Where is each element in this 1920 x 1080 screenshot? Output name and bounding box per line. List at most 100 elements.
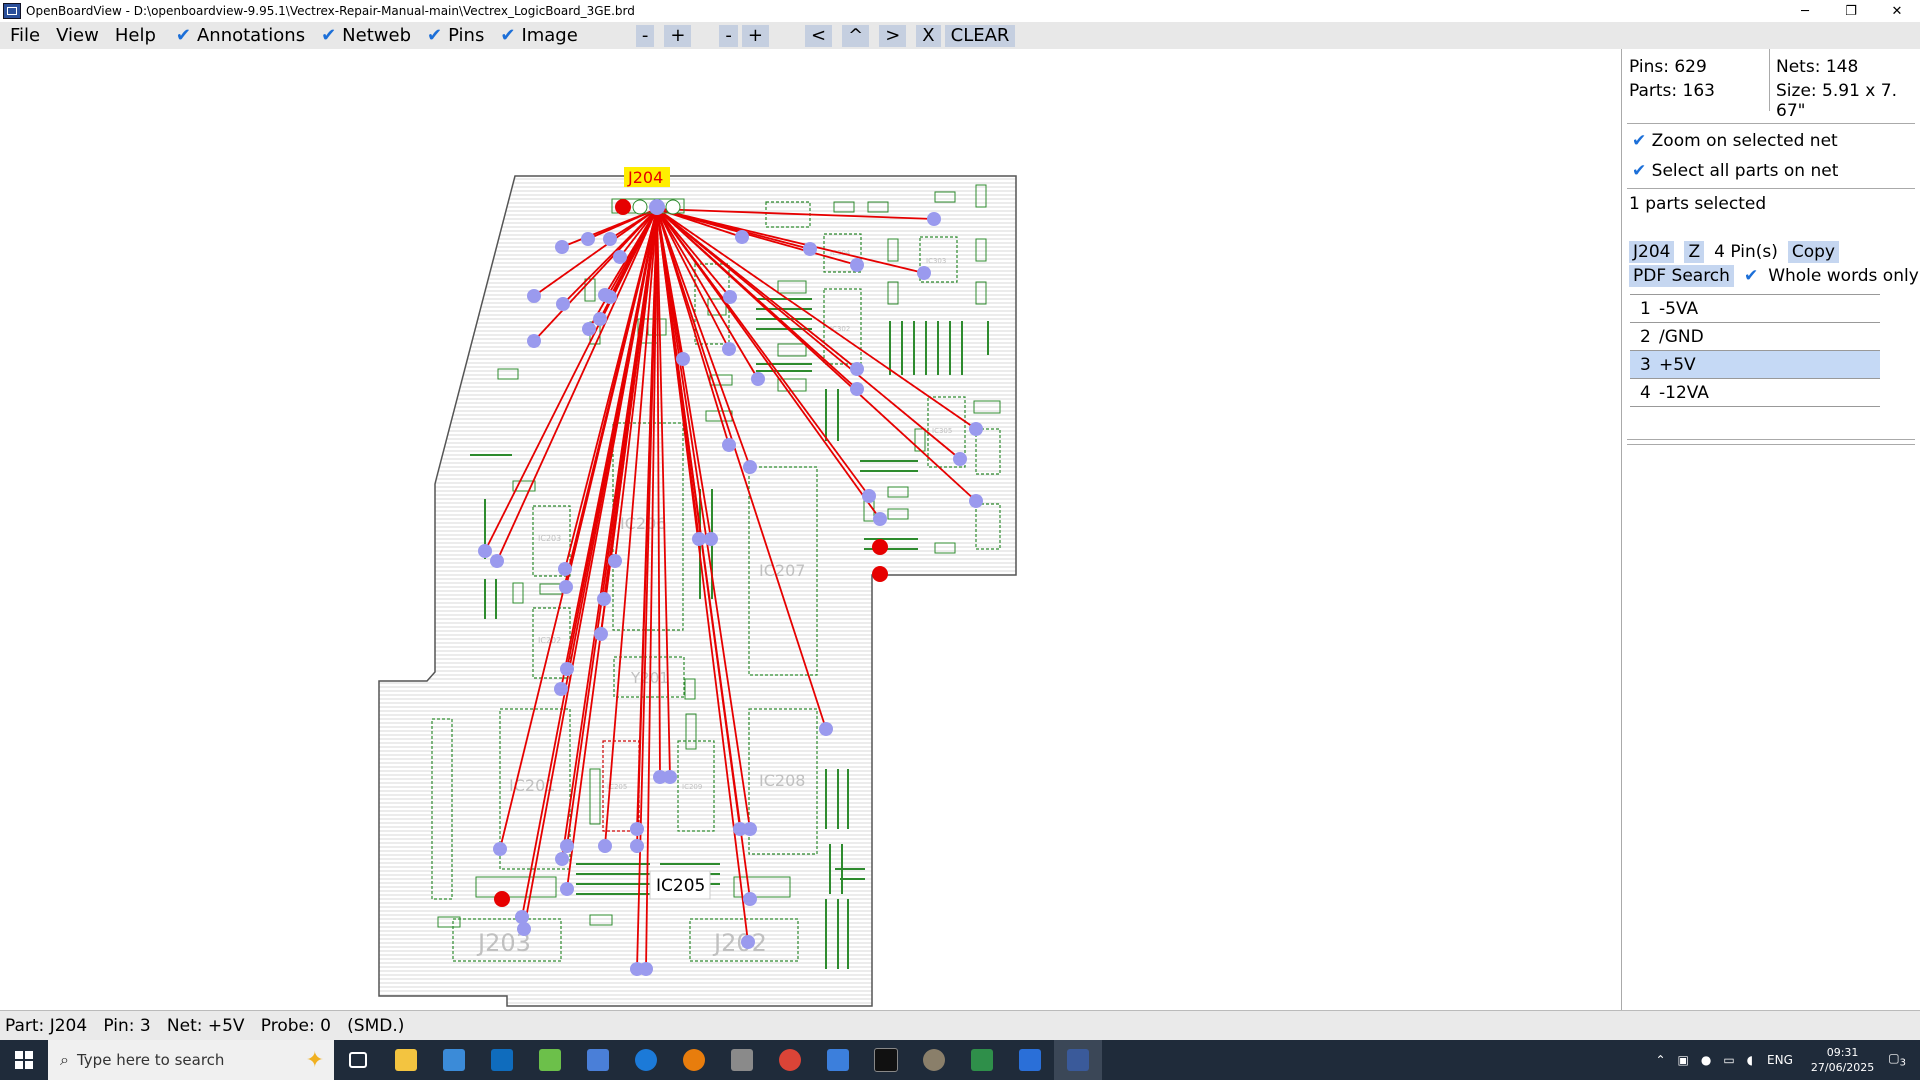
nav-x-button[interactable]: X [916,24,941,47]
net-pin-marker[interactable] [493,842,507,856]
document-icon[interactable] [814,1040,862,1080]
netweb-toggle[interactable]: Netweb [342,25,411,46]
net-pin-marker[interactable] [517,922,531,936]
terminal-icon[interactable] [862,1040,910,1080]
net-pin-marker[interactable] [743,822,757,836]
pin-row-4[interactable]: 4 -12VA [1630,379,1880,407]
menu-view[interactable]: View [50,25,105,46]
net-pin-marker[interactable] [560,662,574,676]
net-pin-marker[interactable] [722,342,736,356]
nav-left-button[interactable]: < [805,24,833,47]
zoom-out-button[interactable]: - [635,24,655,47]
net-pin-marker[interactable] [953,452,967,466]
pins-toggle[interactable]: Pins [448,25,484,46]
select-all-check-icon[interactable]: ✔ [1632,161,1646,181]
net-pin-marker[interactable] [850,382,864,396]
net-pin-marker[interactable] [490,554,504,568]
pin-row-2[interactable]: 2/GND [1630,323,1880,351]
net-pin-marker[interactable] [639,962,653,976]
pins-check-icon[interactable]: ✔ [427,25,442,46]
net-pin-marker[interactable] [917,266,931,280]
image-toggle[interactable]: Image [521,25,577,46]
net-pin-marker[interactable] [873,512,887,526]
spreadsheet-icon[interactable] [958,1040,1006,1080]
board-canvas[interactable]: IC206 IC207 IC201 IC208 J203 J202 Y201 I… [0,49,1621,1010]
settings-tool-icon[interactable] [718,1040,766,1080]
net-pin-marker[interactable] [613,250,627,264]
notification-icon[interactable]: ▢3 [1888,1051,1906,1068]
microphone-icon[interactable]: ● [1701,1053,1711,1067]
net-pin-marker[interactable] [515,910,529,924]
net-pin-marker[interactable] [527,334,541,348]
net-pin-marker[interactable] [692,532,706,546]
pcb-tool-icon[interactable] [1006,1040,1054,1080]
net-pin-marker[interactable] [555,240,569,254]
netweb-check-icon[interactable]: ✔ [321,25,336,46]
net-pin-marker[interactable] [741,935,755,949]
net-pin-marker[interactable] [554,682,568,696]
image-check-icon[interactable]: ✔ [500,25,515,46]
net-pin-marker[interactable] [927,212,941,226]
rotate-plus-button[interactable]: + [741,24,769,47]
net-pin-marker[interactable] [527,289,541,303]
net-pin-marker[interactable] [704,532,718,546]
taskbar-search[interactable]: ⌕ Type here to search ✦ [48,1040,334,1080]
pin-j204-4[interactable] [665,199,681,215]
pin-j204-1[interactable] [615,199,631,215]
net-pin-marker[interactable] [969,422,983,436]
net-pin-marker[interactable] [743,460,757,474]
copilot-icon[interactable] [622,1040,670,1080]
net-pin-marker[interactable] [722,438,736,452]
rotate-minus-button[interactable]: - [719,24,738,47]
zoom-net-option[interactable]: ✔ Zoom on selected net [1632,131,1838,151]
nav-up-button[interactable]: ^ [842,24,870,47]
net-pin-marker[interactable] [735,230,749,244]
net-pin-marker[interactable] [598,288,612,302]
net-pin-marker[interactable] [597,592,611,606]
store-icon[interactable] [430,1040,478,1080]
blender-icon[interactable] [670,1040,718,1080]
start-button[interactable] [0,1040,48,1080]
net-pin-marker[interactable] [819,722,833,736]
annotations-check-icon[interactable]: ✔ [176,25,191,46]
pdf-search-button[interactable]: PDF Search [1629,265,1734,287]
openboardview-taskbar-icon[interactable] [1054,1040,1102,1080]
red-pin-marker[interactable] [494,891,510,907]
net-pin-marker[interactable] [559,580,573,594]
net-pin-marker[interactable] [676,352,690,366]
network-tool-icon[interactable] [574,1040,622,1080]
file-explorer-icon[interactable] [382,1040,430,1080]
net-pin-marker[interactable] [630,839,644,853]
net-pin-marker[interactable] [630,822,644,836]
net-pin-marker[interactable] [969,494,983,508]
zoom-in-button[interactable]: + [664,24,692,47]
net-pin-marker[interactable] [608,554,622,568]
net-pin-marker[interactable] [663,770,677,784]
restore-button[interactable]: ❐ [1828,0,1874,22]
whole-words-check-icon[interactable]: ✔ [1744,266,1758,286]
red-pin-marker[interactable] [872,539,888,555]
net-pin-marker[interactable] [594,627,608,641]
pin-row-3-selected[interactable]: 3 +5V [1630,351,1880,379]
part-name-button[interactable]: J204 [1629,241,1675,263]
network-icon[interactable]: ▭ [1723,1053,1734,1067]
gimp-icon[interactable] [910,1040,958,1080]
net-pin-marker[interactable] [723,290,737,304]
board-view[interactable]: IC206 IC207 IC201 IC208 J203 J202 Y201 I… [0,49,1621,1010]
red-pin-marker[interactable] [872,566,888,582]
z-button[interactable]: Z [1684,241,1705,263]
net-pin-marker[interactable] [555,852,569,866]
net-pin-marker[interactable] [556,297,570,311]
task-view-icon[interactable] [334,1040,382,1080]
menu-help[interactable]: Help [109,25,162,46]
volume-icon[interactable]: ◖ [1747,1053,1753,1067]
clock[interactable]: 09:31 27/06/2025 [1811,1045,1874,1075]
net-pin-marker[interactable] [478,544,492,558]
pin-j204-2[interactable] [632,199,648,215]
net-pin-marker[interactable] [850,362,864,376]
net-pin-marker[interactable] [850,258,864,272]
net-pin-marker[interactable] [581,232,595,246]
close-button[interactable]: ✕ [1874,0,1920,22]
net-pin-marker[interactable] [803,242,817,256]
copy-button[interactable]: Copy [1787,241,1839,263]
